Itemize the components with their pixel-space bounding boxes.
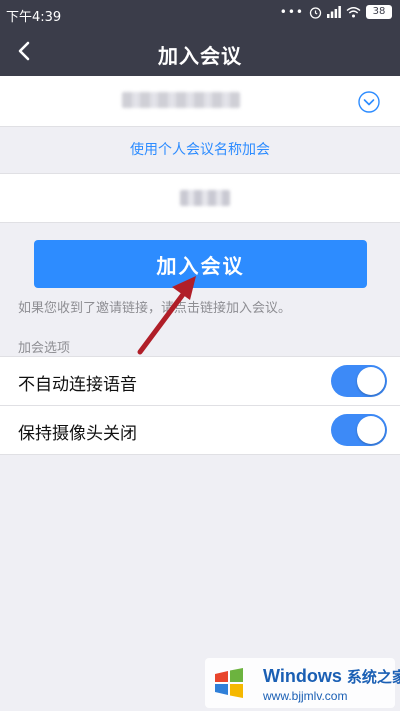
status-icons: ••• 38 [280, 5, 392, 19]
watermark-url: www.bjjmlv.com [263, 689, 348, 703]
nav-bar: 加入会议 [0, 28, 400, 76]
signal-icon [327, 6, 341, 18]
alarm-icon [309, 6, 322, 19]
option-label-audio: 不自动连接语音 [18, 375, 137, 395]
chevron-down-icon[interactable] [357, 90, 381, 114]
personal-meeting-name-link[interactable]: 使用个人会议名称加会 [0, 127, 400, 173]
watermark: Windows 系统之家 www.bjjmlv.com [205, 658, 400, 708]
option-row-camera: 保持摄像头关闭 [0, 406, 400, 455]
invite-link-hint: 如果您收到了邀请链接，请点击链接加入会议。 [18, 301, 292, 316]
wifi-icon [346, 7, 361, 18]
watermark-brand-cn: 系统之家 [346, 668, 400, 686]
toggle-no-auto-audio[interactable] [331, 365, 387, 397]
status-bar: 下午4:39 ••• 38 [0, 0, 400, 28]
toggle-keep-camera-off[interactable] [331, 414, 387, 446]
watermark-brand: Windows 系统之家 [263, 666, 400, 687]
meeting-id-value-blurred [122, 92, 240, 108]
meeting-id-field[interactable] [0, 76, 400, 127]
windows-logo-icon [215, 668, 243, 698]
watermark-brand-text: Windows [263, 666, 342, 686]
toggle-knob [357, 367, 385, 395]
join-meeting-button[interactable]: 加入会议 [34, 240, 367, 288]
display-name-value-blurred [180, 190, 230, 206]
status-time: 下午4:39 [6, 10, 62, 25]
join-options-section-label: 加会选项 [18, 341, 71, 356]
toggle-knob [357, 416, 385, 444]
page-title: 加入会议 [158, 44, 242, 68]
battery-indicator: 38 [366, 5, 392, 19]
display-name-field[interactable] [0, 173, 400, 223]
more-dots-icon: ••• [279, 5, 304, 19]
option-row-audio: 不自动连接语音 [0, 356, 400, 406]
option-label-camera: 保持摄像头关闭 [18, 424, 137, 444]
